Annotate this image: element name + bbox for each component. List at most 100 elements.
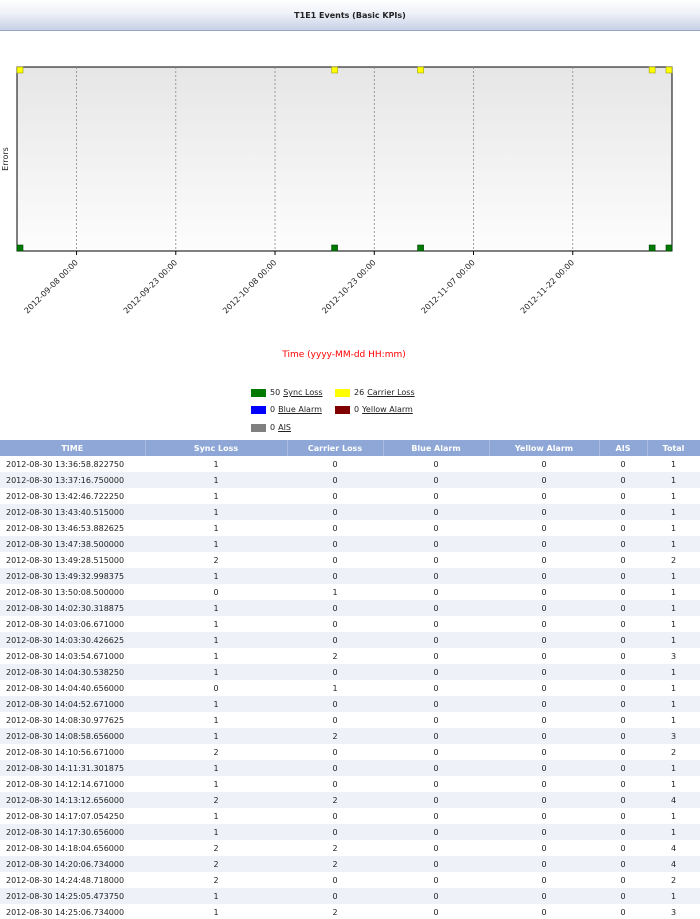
cell-yellow-alarm: 0 — [489, 840, 599, 856]
cell-yellow-alarm: 0 — [489, 488, 599, 504]
chart-title: T1E1 Events (Basic KPIs) — [0, 0, 700, 31]
column-header-sync-loss[interactable]: Sync Loss — [145, 440, 288, 456]
marker-sync-loss[interactable] — [417, 244, 424, 252]
column-header-blue-alarm[interactable]: Blue Alarm — [383, 440, 490, 456]
cell-blue-alarm: 0 — [383, 520, 489, 536]
table-row: 2012-08-30 14:17:07.054250 1 0 0 0 0 1 — [0, 808, 700, 824]
marker-sync-loss[interactable] — [665, 244, 673, 252]
cell-carrier-loss: 2 — [287, 904, 383, 919]
table-row: 2012-08-30 13:49:32.998375 1 0 0 0 0 1 — [0, 568, 700, 584]
marker-carrier-loss[interactable] — [331, 66, 338, 74]
cell-carrier-loss: 0 — [287, 712, 383, 728]
cell-time: 2012-08-30 14:03:54.671000 — [0, 648, 145, 664]
cell-time: 2012-08-30 14:03:30.426625 — [0, 632, 145, 648]
cell-total: 1 — [647, 616, 700, 632]
x-axis-ticks: 2012-09-08 00:00 2012-09-23 00:00 2012-10-… — [23, 251, 576, 315]
cell-yellow-alarm: 0 — [489, 552, 599, 568]
cell-sync-loss: 1 — [145, 504, 287, 520]
column-header-time[interactable]: TIME — [0, 440, 146, 456]
cell-total: 1 — [647, 520, 700, 536]
cell-yellow-alarm: 0 — [489, 696, 599, 712]
table-row: 2012-08-30 14:03:30.426625 1 0 0 0 0 1 — [0, 632, 700, 648]
column-header-ais[interactable]: AIS — [599, 440, 648, 456]
cell-carrier-loss: 0 — [287, 872, 383, 888]
cell-blue-alarm: 0 — [383, 776, 489, 792]
cell-carrier-loss: 0 — [287, 664, 383, 680]
table-row: 2012-08-30 14:20:06.734000 2 2 0 0 0 4 — [0, 856, 700, 872]
cell-carrier-loss: 2 — [287, 792, 383, 808]
cell-blue-alarm: 0 — [383, 664, 489, 680]
table-body: 2012-08-30 13:36:58.822750 1 0 0 0 0 1 2012-08-… — [0, 456, 700, 919]
cell-time: 2012-08-30 13:42:46.722250 — [0, 488, 145, 504]
cell-yellow-alarm: 0 — [489, 600, 599, 616]
cell-sync-loss: 2 — [145, 552, 287, 568]
marker-carrier-loss[interactable] — [648, 66, 656, 74]
marker-sync-loss[interactable] — [648, 244, 656, 252]
cell-sync-loss: 1 — [145, 536, 287, 552]
cell-blue-alarm: 0 — [383, 808, 489, 824]
legend-link[interactable]: Yellow Alarm — [362, 405, 413, 414]
table-row: 2012-08-30 13:37:16.750000 1 0 0 0 0 1 — [0, 472, 700, 488]
cell-ais: 0 — [599, 600, 647, 616]
cell-carrier-loss: 0 — [287, 696, 383, 712]
cell-blue-alarm: 0 — [383, 680, 489, 696]
column-header-total[interactable]: Total — [647, 440, 700, 456]
cell-time: 2012-08-30 14:04:40.656000 — [0, 680, 145, 696]
legend-link[interactable]: AIS — [278, 423, 291, 432]
cell-blue-alarm: 0 — [383, 584, 489, 600]
marker-sync-loss[interactable] — [331, 244, 338, 252]
cell-time: 2012-08-30 14:03:06.671000 — [0, 616, 145, 632]
marker-carrier-loss[interactable] — [417, 66, 424, 74]
cell-sync-loss: 1 — [145, 712, 287, 728]
cell-yellow-alarm: 0 — [489, 792, 599, 808]
cell-yellow-alarm: 0 — [489, 680, 599, 696]
cell-total: 1 — [647, 456, 700, 472]
cell-blue-alarm: 0 — [383, 456, 489, 472]
cell-total: 3 — [647, 904, 700, 919]
marker-carrier-loss[interactable] — [665, 66, 673, 74]
cell-time: 2012-08-30 14:12:14.671000 — [0, 776, 145, 792]
column-header-yellow-alarm[interactable]: Yellow Alarm — [489, 440, 600, 456]
marker-carrier-loss[interactable] — [16, 66, 24, 74]
cell-blue-alarm: 0 — [383, 472, 489, 488]
cell-yellow-alarm: 0 — [489, 472, 599, 488]
cell-blue-alarm: 0 — [383, 600, 489, 616]
legend-item-sync-loss[interactable]: 50 Sync Loss — [251, 388, 323, 397]
legend-link[interactable]: Carrier Loss — [367, 388, 414, 397]
marker-sync-loss[interactable] — [16, 244, 24, 252]
legend-item-yellow-alarm[interactable]: 0 Yellow Alarm — [335, 405, 413, 414]
cell-sync-loss: 1 — [145, 664, 287, 680]
cell-blue-alarm: 0 — [383, 872, 489, 888]
legend-swatch — [251, 388, 266, 397]
cell-time: 2012-08-30 14:25:05.473750 — [0, 888, 145, 904]
legend-item-ais[interactable]: 0 AIS — [251, 423, 291, 432]
legend-link[interactable]: Blue Alarm — [278, 405, 322, 414]
cell-carrier-loss: 1 — [287, 584, 383, 600]
cell-total: 1 — [647, 712, 700, 728]
cell-total: 1 — [647, 536, 700, 552]
legend-item-carrier-loss[interactable]: 26 Carrier Loss — [335, 388, 415, 397]
cell-sync-loss: 0 — [145, 584, 287, 600]
table-row: 2012-08-30 13:36:58.822750 1 0 0 0 0 1 — [0, 456, 700, 472]
cell-ais: 0 — [599, 808, 647, 824]
cell-yellow-alarm: 0 — [489, 728, 599, 744]
cell-sync-loss: 1 — [145, 632, 287, 648]
cell-total: 4 — [647, 792, 700, 808]
legend-item-blue-alarm[interactable]: 0 Blue Alarm — [251, 405, 322, 414]
legend-link[interactable]: Sync Loss — [283, 388, 322, 397]
cell-ais: 0 — [599, 472, 647, 488]
y-axis-label: Errors — [1, 147, 10, 171]
table-row: 2012-08-30 14:04:30.538250 1 0 0 0 0 1 — [0, 664, 700, 680]
cell-blue-alarm: 0 — [383, 568, 489, 584]
cell-time: 2012-08-30 13:37:16.750000 — [0, 472, 145, 488]
x-tick-label: 2012-10-23 00:00 — [320, 258, 377, 315]
cell-ais: 0 — [599, 536, 647, 552]
x-tick-label: 2012-11-07 00:00 — [420, 258, 477, 315]
cell-blue-alarm: 0 — [383, 504, 489, 520]
table-row: 2012-08-30 14:10:56.671000 2 0 0 0 0 2 — [0, 744, 700, 760]
cell-blue-alarm: 0 — [383, 632, 489, 648]
cell-yellow-alarm: 0 — [489, 872, 599, 888]
cell-time: 2012-08-30 13:47:38.500000 — [0, 536, 145, 552]
column-header-carrier-loss[interactable]: Carrier Loss — [287, 440, 384, 456]
cell-total: 1 — [647, 808, 700, 824]
